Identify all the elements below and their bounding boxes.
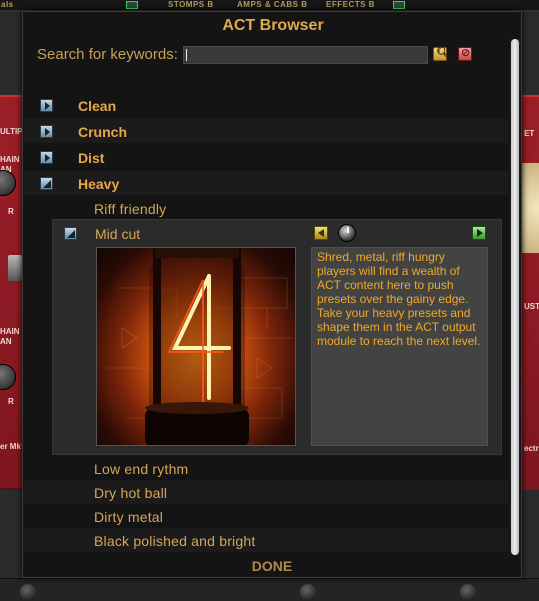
preset-row-dirty-metal[interactable]: Dirty metal (24, 504, 509, 528)
scrollbar-thumb[interactable] (511, 39, 519, 555)
host-knob[interactable] (460, 584, 476, 600)
host-label-amps[interactable]: AMPS & CABS B (237, 0, 308, 9)
host-label-als: als (1, 0, 14, 9)
host-rack-text: ectr (524, 444, 539, 453)
list-scrollbar[interactable] (510, 39, 520, 555)
preset-row-riff-friendly[interactable]: Riff friendly (24, 196, 509, 220)
host-rack-text: HAIN (0, 327, 20, 336)
host-rack-text: R (8, 397, 14, 406)
category-label[interactable]: Heavy (78, 176, 119, 192)
preset-label[interactable]: Dirty metal (94, 509, 163, 525)
host-left-rack: ULTIP HAIN AN R HAIN AN R er Mk (0, 95, 23, 490)
category-label[interactable]: Crunch (78, 124, 127, 140)
host-rack-text: er Mk (0, 442, 21, 451)
category-label[interactable]: Dist (78, 150, 104, 166)
preset-image (96, 247, 296, 446)
text-caret (186, 49, 187, 61)
category-row-heavy[interactable]: Heavy (24, 171, 509, 195)
play-icon[interactable] (472, 226, 486, 240)
host-right-rack: ET UST ectr (522, 95, 539, 490)
done-button[interactable]: DONE (237, 558, 307, 576)
category-row-clean[interactable]: Clean (24, 93, 509, 117)
host-rack-text: R (8, 207, 14, 216)
host-power-toggle[interactable] (126, 1, 138, 9)
host-power-toggle-2[interactable] (393, 1, 405, 9)
expand-arrow-icon[interactable] (40, 125, 53, 138)
preset-description: Shred, metal, riff hungry players will f… (317, 250, 481, 348)
speaker-icon[interactable] (314, 226, 328, 240)
selected-preset-panel: Mid cut Shred, metal, riff hungry player… (52, 219, 502, 455)
preset-row-black-polished[interactable]: Black polished and bright (24, 528, 509, 552)
host-rack-text: HAIN (0, 155, 20, 164)
search-button[interactable]: 🔍︎ (433, 46, 450, 61)
collapse-arrow-icon[interactable] (64, 227, 77, 240)
host-knob[interactable] (300, 584, 316, 600)
clear-search-button[interactable]: ⊘ (458, 46, 472, 61)
host-label-stomps[interactable]: STOMPS B (168, 0, 214, 9)
clear-icon: ⊘ (461, 46, 471, 59)
preset-label[interactable]: Low end rythm (94, 461, 188, 477)
preset-description-box: Shred, metal, riff hungry players will f… (311, 247, 488, 446)
preset-row-dry-hot-ball[interactable]: Dry hot ball (24, 480, 509, 504)
selected-preset-name[interactable]: Mid cut (95, 226, 140, 242)
expand-arrow-icon[interactable] (40, 99, 53, 112)
host-vu-meter (522, 163, 539, 253)
host-rack-text: UST (524, 302, 539, 311)
search-label: Search for keywords: (37, 46, 178, 63)
host-rack-text: AN (0, 337, 12, 346)
collapse-arrow-icon[interactable] (40, 177, 53, 190)
expand-arrow-icon[interactable] (40, 151, 53, 164)
act-browser-dialog: ACT Browser Search for keywords: 🔍︎ ⊘ Cl… (22, 11, 522, 578)
host-knob[interactable] (20, 584, 36, 600)
search-input[interactable] (183, 46, 428, 64)
dialog-title: ACT Browser (222, 17, 324, 34)
preset-label[interactable]: Dry hot ball (94, 485, 167, 501)
host-top-bar: als STOMPS B AMPS & CABS B EFFECTS B (0, 0, 539, 11)
host-slot (8, 255, 22, 281)
magnifier-icon: 🔍︎ (436, 46, 450, 59)
category-row-crunch[interactable]: Crunch (24, 119, 509, 143)
category-row-dist[interactable]: Dist (24, 145, 509, 169)
preset-label[interactable]: Black polished and bright (94, 533, 255, 549)
preview-volume-knob[interactable] (338, 224, 356, 242)
nixie-tube-illustration (107, 248, 292, 445)
host-rack-text: ULTIP (0, 127, 23, 136)
host-bottom-strip (0, 578, 539, 601)
category-label[interactable]: Clean (78, 98, 116, 114)
host-rack-text: ET (524, 129, 535, 138)
preset-row-low-end-rythm[interactable]: Low end rythm (24, 456, 509, 480)
preset-label[interactable]: Riff friendly (94, 201, 166, 217)
host-label-effects[interactable]: EFFECTS B (326, 0, 375, 9)
